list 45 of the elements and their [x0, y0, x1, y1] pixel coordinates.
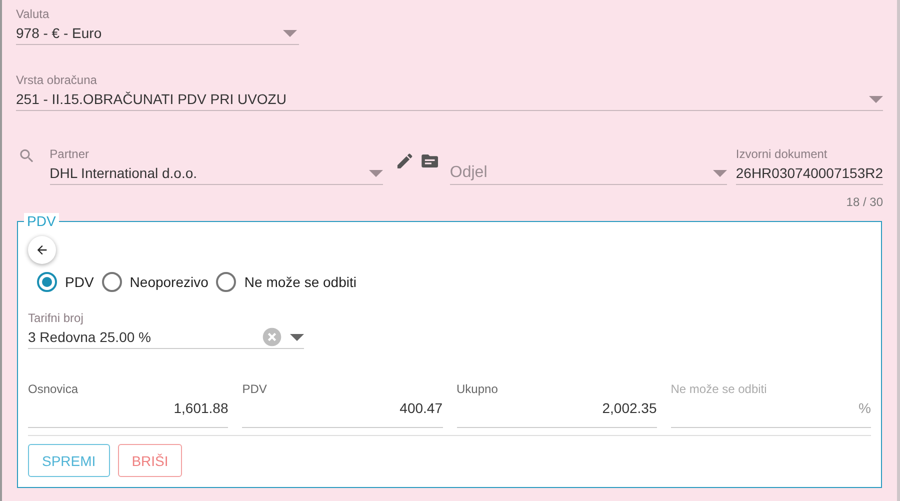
field-label: Valuta [16, 7, 50, 21]
caret-icon [283, 30, 297, 36]
field-label: Tarifni broj [28, 311, 84, 325]
field-value: 400.47 [398, 400, 442, 416]
caret-icon [712, 170, 727, 176]
caret-icon [869, 96, 883, 102]
radio-label: PDV [65, 274, 94, 290]
field-label: Ne može se odbiti [670, 382, 767, 396]
pencil-icon [394, 151, 414, 171]
field-value: 1,601.88 [172, 400, 228, 416]
field-label: Osnovica [28, 382, 78, 396]
field-label: Ukupno [456, 382, 498, 396]
panel-legend: PDV [24, 213, 59, 229]
select-field[interactable]: Partner DHL International d.o.o. [50, 147, 383, 185]
select-field[interactable]: Valuta 978 - € - Euro [16, 7, 299, 45]
field-label: Partner [50, 147, 90, 161]
back-button[interactable] [28, 236, 56, 264]
search-icon [18, 147, 36, 165]
radio-label: Neoporezivo [130, 274, 208, 290]
caret-icon [368, 170, 383, 176]
back-arrow-icon [35, 243, 49, 257]
field-value: 251 - II.15.OBRAČUNATI PDV PRI UVOZU [16, 91, 288, 107]
field-value: DHL International d.o.o. [50, 165, 198, 181]
select-field[interactable]: Vrsta obračuna 251 - II.15.OBRAČUNATI PDV PRI UVOZU [16, 73, 883, 111]
field-value: 26HR030740007153R2 [736, 165, 883, 181]
field-value: 2,002.35 [601, 400, 657, 416]
select-field[interactable]: Tarifni broj 3 Redovna 25.00 % [28, 311, 304, 349]
amount-field[interactable]: Ukupno 2,002.35 [456, 382, 657, 428]
field-value: 978 - € - Euro [16, 25, 103, 41]
clear-icon [262, 327, 282, 347]
amount-field[interactable]: Osnovica 1,601.88 [28, 382, 228, 428]
caret-icon [290, 334, 304, 340]
field-label: Vrsta obračuna [16, 73, 97, 87]
field-label: PDV [242, 382, 267, 396]
amount-field[interactable]: PDV 400.47 [242, 382, 442, 428]
radio-button[interactable] [102, 272, 122, 292]
select-field[interactable]: Izvorni dokument 26HR030740007153R2 [736, 147, 883, 185]
radio-button[interactable] [216, 272, 236, 292]
character-counter: 18 / 30 [846, 195, 883, 209]
radio-button[interactable] [37, 272, 57, 292]
field-value: 3 Redovna 25.00 % [28, 329, 152, 345]
select-field[interactable]: Odjel [450, 164, 705, 182]
radio-label: Ne može se odbiti [244, 274, 356, 290]
percent-suffix: % [858, 400, 871, 416]
field-label: Izvorni dokument [736, 147, 828, 161]
